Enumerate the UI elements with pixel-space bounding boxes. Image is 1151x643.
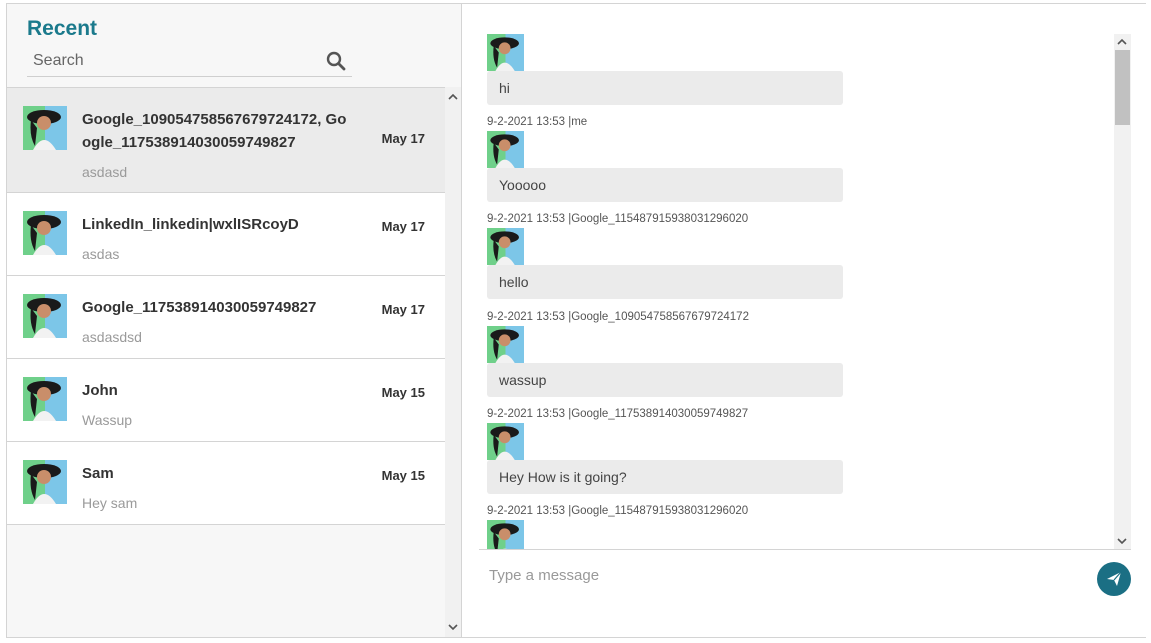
message-bubble: wassup [487, 363, 843, 397]
message-bubble: Yooooo [487, 168, 843, 202]
search-box [27, 47, 352, 77]
search-input[interactable] [33, 47, 313, 75]
avatar [23, 460, 67, 504]
conversation-list-scrollbar[interactable] [445, 87, 461, 637]
message-meta: 9-2-2021 13:53 |Google_11548791593803129… [487, 213, 749, 225]
scrollbar-thumb[interactable] [1115, 50, 1130, 125]
conversations-panel: Recent Google_10905475856767972 [7, 4, 462, 637]
conversation-name: Sam [82, 465, 114, 482]
chat-panel: hi 9-2-2021 13:53 |me Yooooo 9-2-2021 13… [463, 4, 1146, 637]
conversation-preview: Hey sam [82, 495, 138, 511]
conversation-preview: asdasd [82, 164, 128, 180]
send-icon [1107, 571, 1122, 586]
avatar [23, 211, 67, 255]
avatar [487, 131, 524, 168]
chat-app: Recent Google_10905475856767972 [6, 3, 1146, 638]
conversation-preview: Wassup [82, 412, 133, 428]
avatar [23, 106, 67, 150]
conversation-date: May 17 [381, 131, 425, 146]
chevron-up-icon[interactable] [448, 92, 458, 102]
conversation-item[interactable]: Google_117538914030059749827 May 17 asda… [7, 276, 445, 359]
message-bubble: hello [487, 265, 843, 299]
message-thread-scrollbar[interactable] [1114, 34, 1131, 550]
message-input[interactable] [489, 562, 1049, 588]
recent-title: Recent [27, 17, 98, 40]
message-thread: hi 9-2-2021 13:53 |me Yooooo 9-2-2021 13… [463, 34, 1113, 549]
chevron-down-icon[interactable] [448, 622, 458, 632]
search-icon[interactable] [326, 51, 346, 71]
avatar [487, 326, 524, 363]
message-bubble: hi [487, 71, 843, 105]
send-button[interactable] [1097, 562, 1131, 596]
conversation-name: Google_117538914030059749827 [82, 299, 317, 316]
chevron-down-icon[interactable] [1117, 536, 1127, 546]
message-meta: 9-2-2021 13:53 |Google_11548791593803129… [487, 505, 749, 517]
conversation-date: May 15 [381, 468, 425, 483]
avatar [487, 228, 524, 265]
avatar [487, 34, 524, 71]
conversation-name: John [82, 382, 118, 399]
conversation-item[interactable]: Sam May 15 Hey sam [7, 442, 445, 525]
conversation-name: LinkedIn_linkedin|wxlISRcoyD [82, 216, 299, 233]
avatar [23, 377, 67, 421]
conversation-preview: asdas [82, 246, 120, 262]
avatar [487, 520, 524, 549]
message-composer [479, 549, 1131, 637]
conversation-name: Google_109054758567679724172, Google_117… [82, 111, 347, 151]
conversation-date: May 15 [381, 385, 425, 400]
chevron-up-icon[interactable] [1117, 37, 1127, 47]
message-meta: 9-2-2021 13:53 |Google_11753891403005974… [487, 408, 749, 420]
conversation-item[interactable]: John May 15 Wassup [7, 359, 445, 442]
avatar [23, 294, 67, 338]
conversation-date: May 17 [381, 219, 425, 234]
avatar [487, 423, 524, 460]
conversation-list-area: Google_109054758567679724172, Google_117… [7, 87, 461, 637]
conversation-preview: asdasdsd [82, 329, 142, 345]
message-meta: 9-2-2021 13:53 |me [487, 116, 588, 128]
conversation-date: May 17 [381, 302, 425, 317]
conversation-list: Google_109054758567679724172, Google_117… [7, 87, 445, 525]
message-meta: 9-2-2021 13:53 |Google_10905475856767972… [487, 311, 749, 323]
conversation-item[interactable]: LinkedIn_linkedin|wxlISRcoyD May 17 asda… [7, 193, 445, 276]
conversation-item[interactable]: Google_109054758567679724172, Google_117… [7, 87, 445, 193]
message-bubble: Hey How is it going? [487, 460, 843, 494]
